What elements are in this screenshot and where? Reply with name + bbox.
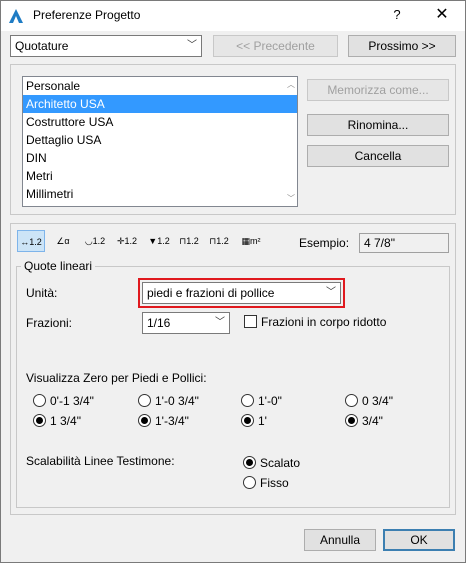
example-label: Esempio: [299, 236, 350, 250]
reduced-fractions-label: Frazioni in corpo ridotto [261, 315, 387, 329]
scaled-label: Scalato [260, 456, 301, 470]
fractions-label: Frazioni: [26, 316, 73, 330]
unit-select[interactable]: piedi e frazioni di pollice ﹀ [142, 282, 341, 304]
preset-item[interactable]: Millimetri [23, 185, 297, 203]
delete-button[interactable]: Cancella [307, 145, 449, 167]
scaled-radio[interactable] [243, 456, 256, 469]
unit-label: Unità: [26, 286, 58, 300]
unit-select-value: piedi e frazioni di pollice [147, 286, 275, 300]
door-window-dimension-icon[interactable]: ⊓1.2 [175, 230, 203, 252]
zero-option-label: 1' [258, 414, 267, 428]
scroll-up-icon[interactable]: ︿ [287, 79, 295, 90]
store-as-button[interactable]: Memorizza come... [307, 79, 449, 101]
preset-item-selected[interactable]: Architetto USA [23, 95, 297, 113]
zero-option-label: 1 3/4" [50, 414, 81, 428]
zero-display-label: Visualizza Zero per Piedi e Pollici: [26, 371, 207, 385]
fixed-radio[interactable] [243, 476, 256, 489]
reduced-fractions-checkbox[interactable] [244, 315, 257, 328]
zero-option-radio-1[interactable] [138, 394, 151, 407]
category-select[interactable]: Quotature ﹀ [10, 35, 202, 57]
preferences-dialog: Preferenze Progetto ? ✕ Quotature ﹀ << P… [0, 0, 466, 563]
rename-button[interactable]: Rinomina... [307, 114, 449, 136]
zero-option-label: 0 3/4" [362, 394, 393, 408]
ok-button[interactable]: OK [383, 529, 455, 551]
previous-button[interactable]: << Precedente [213, 35, 338, 57]
presets-list[interactable]: Personale Architetto USA Costruttore USA… [22, 76, 298, 207]
preset-item[interactable]: DIN [23, 149, 297, 167]
close-button[interactable]: ✕ [427, 4, 457, 26]
fractions-select-value: 1/16 [147, 316, 171, 330]
zero-option-radio-5[interactable] [138, 414, 151, 427]
cancel-button[interactable]: Annulla [304, 529, 376, 551]
next-button[interactable]: Prossimo >> [348, 35, 456, 57]
zero-option-radio-7[interactable] [345, 414, 358, 427]
area-calculation-icon[interactable]: ▦m² [237, 230, 265, 252]
dimension-settings-panel: ↔1.2 ∠α ◡1.2 ✛1.2 ▼1.2 ⊓1.2 ⊓1.2 ▦m² Ese… [10, 223, 456, 515]
preset-item[interactable]: Costruttore USA [23, 113, 297, 131]
zero-option-label: 1'-3/4" [155, 414, 189, 428]
example-value: 4 7/8" [359, 233, 449, 253]
fixed-label: Fisso [260, 476, 289, 490]
presets-panel: Personale Architetto USA Costruttore USA… [10, 64, 456, 215]
title-bar: Preferenze Progetto ? ✕ [1, 1, 465, 31]
zero-option-radio-3[interactable] [345, 394, 358, 407]
radial-dimension-icon[interactable]: ◡1.2 [81, 230, 109, 252]
zero-option-radio-4[interactable] [33, 414, 46, 427]
preset-item[interactable]: Personale [23, 77, 297, 95]
zero-option-radio-0[interactable] [33, 394, 46, 407]
chevron-down-icon: ﹀ [187, 40, 197, 51]
fractions-select[interactable]: 1/16 ﹀ [142, 312, 230, 334]
preset-item[interactable]: Dettaglio USA [23, 131, 297, 149]
preset-item[interactable]: Metri [23, 167, 297, 185]
zero-option-label: 3/4" [362, 414, 383, 428]
window-title: Preferenze Progetto [33, 8, 141, 22]
chevron-down-icon: ﹀ [215, 317, 225, 328]
category-select-value: Quotature [15, 39, 69, 53]
chevron-down-icon: ﹀ [326, 287, 336, 298]
linear-dimension-icon[interactable]: ↔1.2 [17, 230, 45, 252]
zero-option-label: 1'-0 3/4" [155, 394, 199, 408]
sill-height-dimension-icon[interactable]: ⊓1.2 [205, 230, 233, 252]
zero-option-label: 1'-0" [258, 394, 282, 408]
zero-option-radio-2[interactable] [241, 394, 254, 407]
linear-dimensions-title: Quote lineari [21, 259, 96, 273]
witness-scaling-label: Scalabilità Linee Testimone: [26, 454, 175, 468]
scroll-down-icon[interactable]: ﹀ [287, 193, 295, 204]
level-dimension-icon[interactable]: ✛1.2 [113, 230, 141, 252]
help-button[interactable]: ? [386, 4, 408, 26]
archicad-app-icon [9, 9, 23, 23]
angle-dimension-icon[interactable]: ∠α [49, 230, 77, 252]
zero-option-radio-6[interactable] [241, 414, 254, 427]
zero-option-label: 0'-1 3/4" [50, 394, 94, 408]
elevation-dimension-icon[interactable]: ▼1.2 [145, 230, 173, 252]
